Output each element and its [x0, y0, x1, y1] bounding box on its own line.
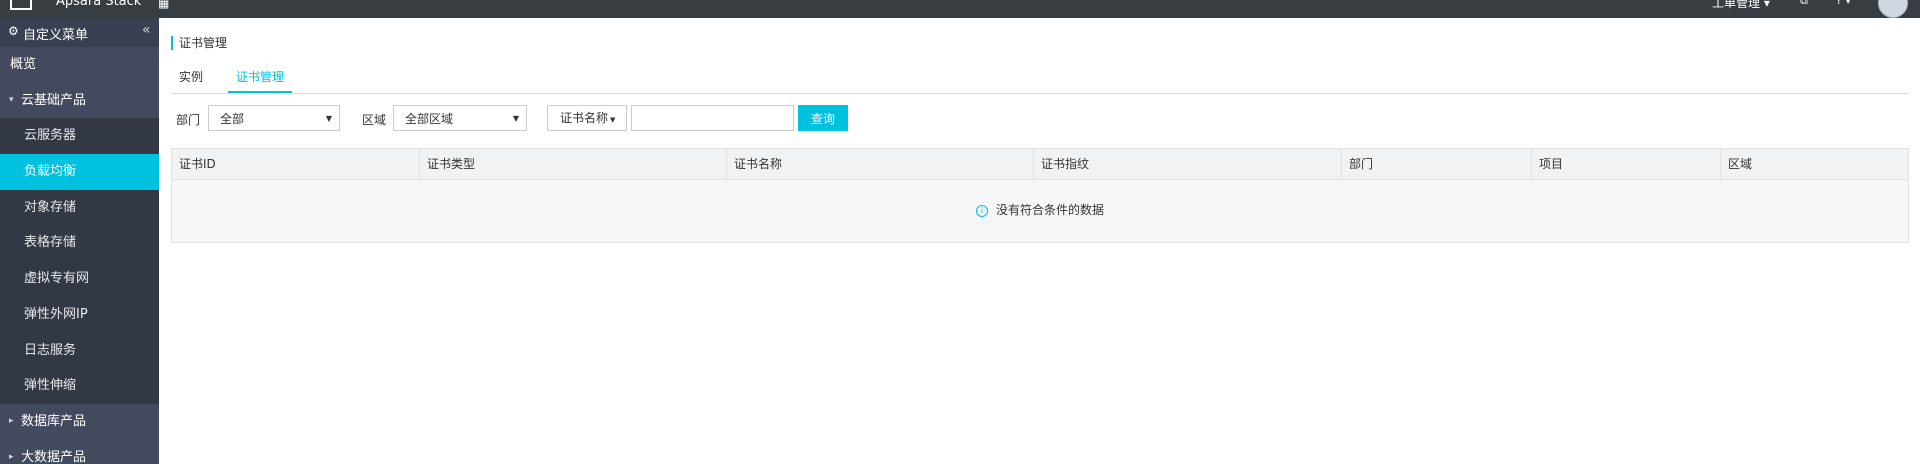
document-icon[interactable]: ⧉	[1800, 0, 1808, 8]
avatar[interactable]	[1878, 0, 1908, 18]
sidebar-group-label: 大数据产品	[21, 449, 87, 464]
tab-bar: 实例 证书管理	[171, 67, 1909, 94]
custom-menu-label: 自定义菜单	[23, 28, 89, 43]
column-header[interactable]: 证书ID	[172, 149, 420, 179]
main-content: 证书管理 实例 证书管理 部门 全部 ▼ 区域 全部区域 ▼ 证书名称 ▼ 查询 …	[171, 18, 1911, 464]
help-icon[interactable]: ? ▾	[1836, 0, 1851, 7]
search-input[interactable]	[631, 105, 794, 131]
sidebar-item-overview[interactable]: 概览	[0, 47, 159, 83]
sidebar: ⚙ 自定义菜单 « 概览 ▾ 云基础产品 云服务器 负载均衡 对象存储 表格存储…	[0, 18, 159, 464]
filter-bar: 部门 全部 ▼ 区域 全部区域 ▼ 证书名称 ▼ 查询	[171, 105, 1911, 133]
sidebar-item-log-service[interactable]: 日志服务	[0, 332, 159, 369]
info-icon: i	[975, 204, 988, 217]
sidebar-group-bigdata[interactable]: ▸ 大数据产品	[0, 439, 159, 464]
top-bar: Apsara Stack ▦ 工单管理 ▾ ⧉ ? ▾	[0, 0, 1920, 18]
sidebar-item-eip[interactable]: 弹性外网IP	[0, 296, 159, 333]
column-header[interactable]: 区域	[1721, 149, 1908, 179]
caret-down-icon: ▼	[325, 114, 332, 123]
region-label: 区域	[362, 113, 387, 127]
column-header[interactable]: 证书名称	[727, 149, 1034, 179]
sidebar-item-ecs[interactable]: 云服务器	[0, 118, 159, 155]
table-header: 证书ID 证书类型 证书名称 证书指纹 部门 项目 区域	[172, 149, 1908, 180]
sidebar-group-label: 云基础产品	[21, 92, 87, 108]
region-value: 全部区域	[405, 112, 454, 126]
logo-icon[interactable]	[10, 0, 32, 10]
sidebar-item-oss[interactable]: 对象存储	[0, 189, 159, 226]
custom-menu-header[interactable]: ⚙ 自定义菜单 «	[0, 18, 159, 47]
tab-certificates[interactable]: 证书管理	[228, 67, 293, 93]
page-title: 证书管理	[171, 36, 227, 50]
caret-right-icon: ▸	[9, 451, 14, 462]
sidebar-group-database[interactable]: ▸ 数据库产品	[0, 403, 159, 440]
search-field-label: 证书名称	[560, 111, 609, 125]
sidebar-group-cloud-basic[interactable]: ▾ 云基础产品	[0, 82, 159, 119]
caret-right-icon: ▸	[9, 415, 14, 426]
caret-down-icon: ▾	[9, 94, 14, 105]
collapse-sidebar-icon[interactable]: «	[142, 22, 151, 38]
region-select[interactable]: 全部区域 ▼	[393, 105, 527, 131]
brand-name[interactable]: Apsara Stack	[56, 0, 141, 9]
department-select[interactable]: 全部 ▼	[208, 105, 340, 131]
sidebar-item-auto-scaling[interactable]: 弹性伸缩	[0, 368, 159, 404]
sidebar-item-slb[interactable]: 负载均衡	[0, 154, 159, 190]
ticket-menu[interactable]: 工单管理 ▾	[1712, 0, 1770, 11]
empty-message: 没有符合条件的数据	[995, 203, 1104, 217]
caret-down-icon: ▼	[610, 116, 616, 124]
caret-down-icon: ▼	[512, 114, 519, 123]
column-header[interactable]: 证书指纹	[1034, 149, 1342, 179]
sidebar-item-table-store[interactable]: 表格存储	[0, 225, 159, 262]
column-header[interactable]: 证书类型	[420, 149, 727, 179]
certificate-table: 证书ID 证书类型 证书名称 证书指纹 部门 项目 区域 i 没有符合条件的数据	[171, 148, 1909, 243]
column-header[interactable]: 项目	[1532, 149, 1721, 179]
empty-state: i 没有符合条件的数据	[172, 179, 1908, 242]
tab-instances[interactable]: 实例	[171, 67, 211, 91]
department-value: 全部	[220, 112, 245, 126]
sidebar-group-label: 数据库产品	[21, 413, 87, 429]
column-header[interactable]: 部门	[1342, 149, 1532, 179]
gear-icon: ⚙	[8, 24, 19, 38]
search-button[interactable]: 查询	[798, 105, 848, 131]
search-field-dropdown[interactable]: 证书名称 ▼	[547, 105, 627, 131]
department-label: 部门	[176, 113, 201, 127]
apps-grid-icon[interactable]: ▦	[158, 0, 169, 10]
sidebar-item-vpc[interactable]: 虚拟专有网	[0, 261, 159, 297]
